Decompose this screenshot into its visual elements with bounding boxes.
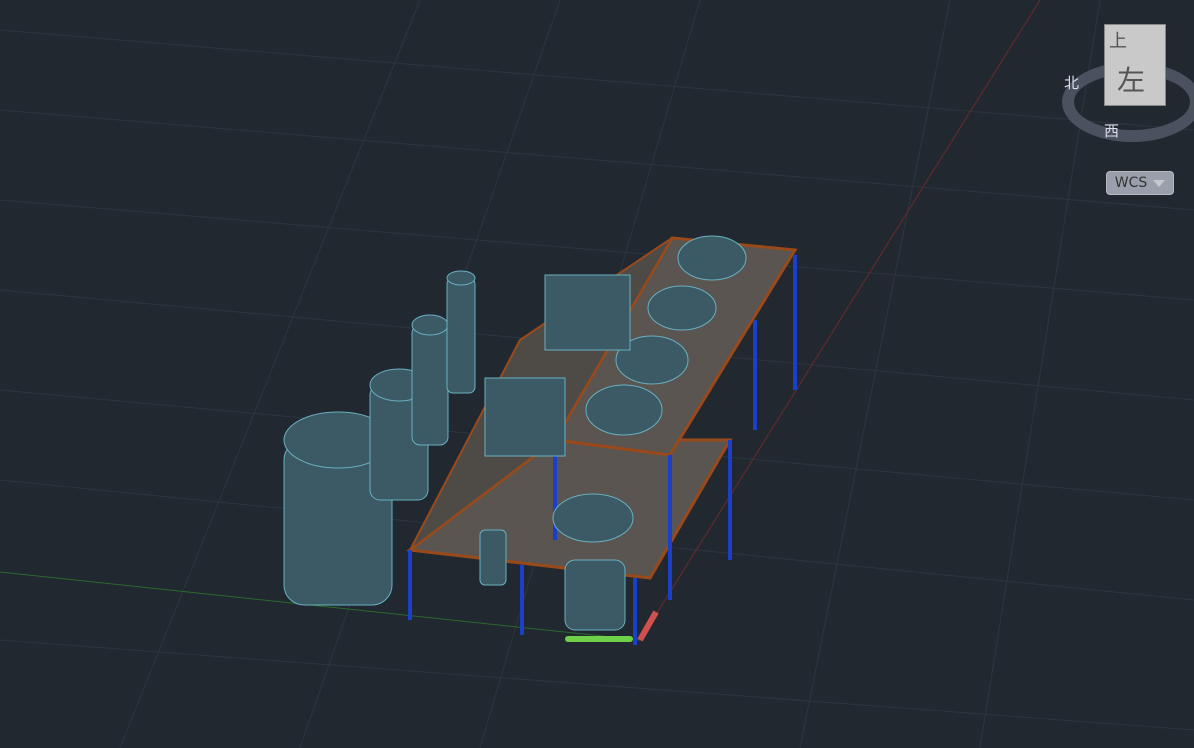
ucs-label: WCS	[1114, 175, 1148, 191]
ucs-menu-button[interactable]: WCS	[1106, 171, 1174, 195]
y-axis-indicator	[565, 636, 633, 642]
model-viewport[interactable]	[0, 0, 1194, 748]
compass-west-label[interactable]: 西	[1104, 120, 1119, 141]
cube-face-left[interactable]: 左	[1117, 59, 1145, 99]
viewcube[interactable]: 北 西 上 左	[1056, 14, 1194, 144]
x-axis-indicator	[637, 610, 659, 642]
viewcube-cube[interactable]: 上 左	[1104, 24, 1166, 106]
compass-north-label[interactable]: 北	[1064, 72, 1079, 93]
plant-model[interactable]	[283, 235, 798, 645]
cube-face-top[interactable]: 上	[1109, 27, 1127, 53]
chevron-down-icon	[1153, 179, 1166, 187]
